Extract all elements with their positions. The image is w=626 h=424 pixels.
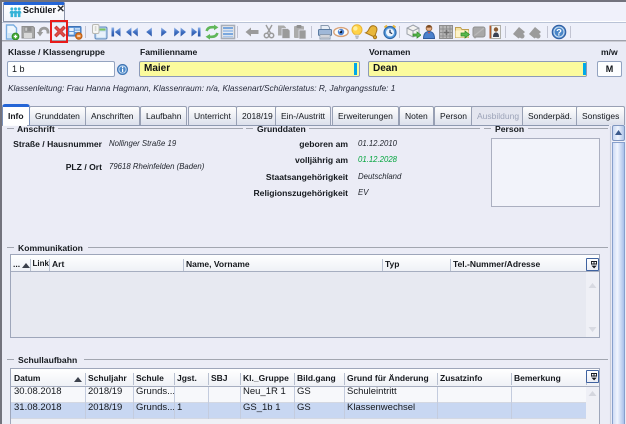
svg-text:?: ? [556,28,562,39]
